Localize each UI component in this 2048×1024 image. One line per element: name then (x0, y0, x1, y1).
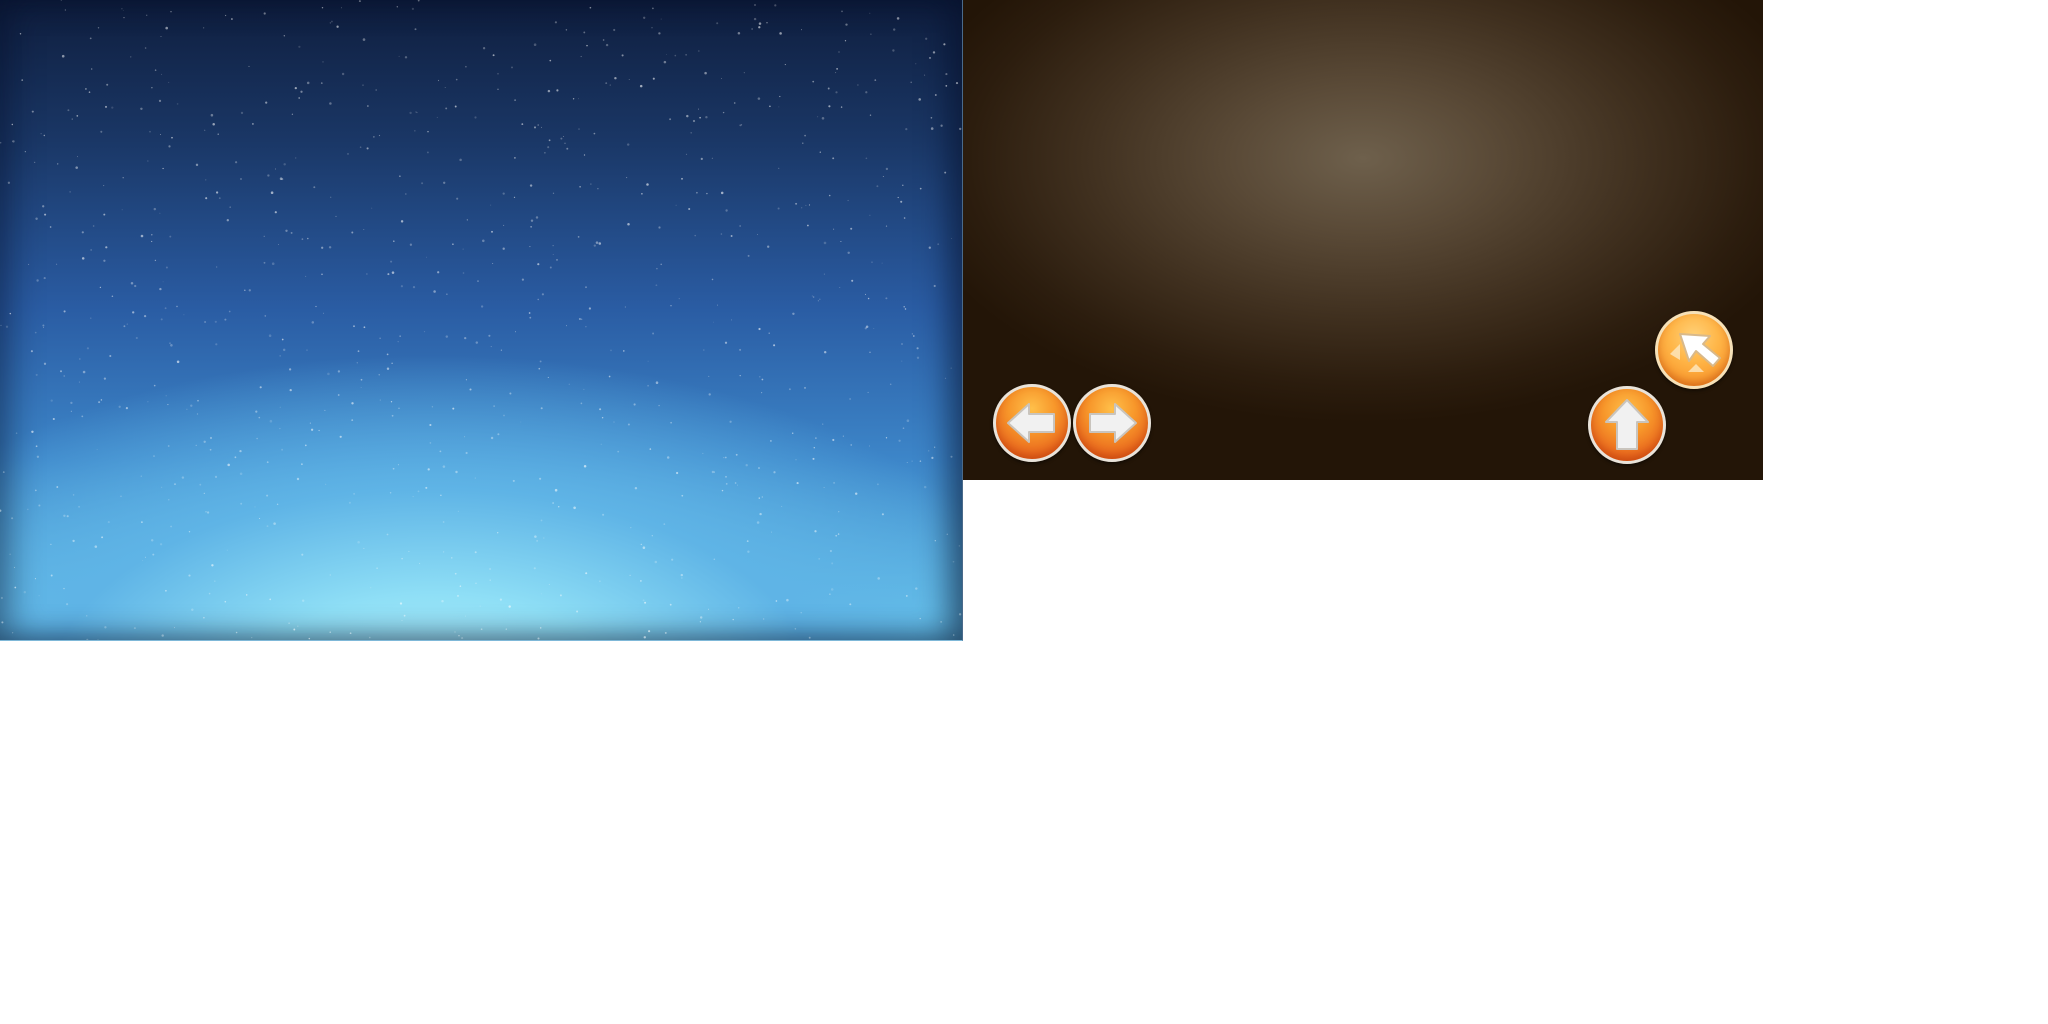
arrow-right-icon (1089, 403, 1137, 443)
cursor-mode-button[interactable] (1655, 311, 1733, 389)
previous-button[interactable] (993, 384, 1071, 462)
cursor-arrow-icon (1670, 333, 1721, 372)
next-button[interactable] (1073, 384, 1151, 462)
game-screen (0, 0, 2048, 1024)
starry-sky-panel (0, 0, 963, 641)
arrow-left-icon (1007, 403, 1055, 443)
star-field (0, 0, 962, 640)
arrow-up-icon (1605, 399, 1649, 450)
game-control-panel (963, 0, 1763, 480)
up-button[interactable] (1588, 386, 1666, 464)
